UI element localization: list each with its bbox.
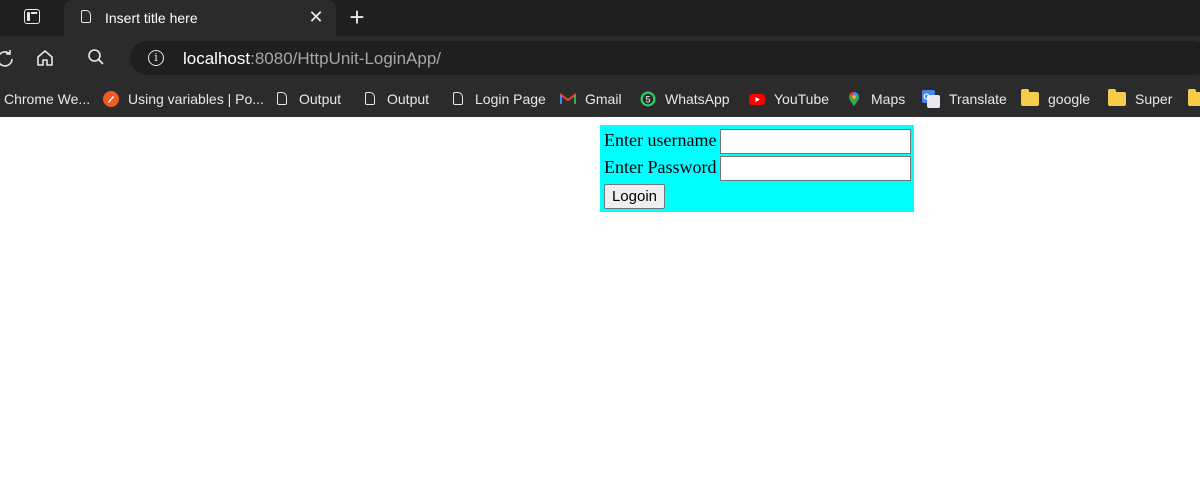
youtube-icon [749,93,765,105]
address-bar[interactable]: i localhost:8080/HttpUnit-LoginApp/ [130,41,1200,75]
close-icon[interactable]: ✕ [307,8,325,26]
bookmark-maps[interactable]: Maps [846,80,905,117]
tab-strip: Insert title here ✕ + [0,0,1200,36]
page-icon [81,10,91,23]
bookmark-label: Login Page [475,90,546,107]
reload-icon[interactable] [0,48,15,68]
bookmark-gmail[interactable]: Gmail [560,80,622,117]
folder-icon [1108,88,1126,106]
home-icon[interactable] [35,48,55,68]
username-label: Enter username [604,130,717,150]
svg-text:G: G [923,92,929,101]
bookmark-label: Output [299,90,342,107]
bookmark-output-2[interactable]: Output [362,80,429,117]
bookmark-label: YouTube [774,90,830,107]
url-path: :8080/HttpUnit-LoginApp/ [250,49,442,68]
bookmark-translate[interactable]: G Translate [922,80,1007,117]
bookmark-label: Chrome We... [4,90,91,107]
bookmark-label: google [1048,90,1091,107]
bookmark-label: Super [1135,90,1173,107]
bookmark-folder-super[interactable]: Super [1108,80,1172,117]
login-form: Enter username Enter Password Logoin [600,125,914,212]
bookmark-output-1[interactable]: Output [274,80,341,117]
bookmark-label: Gmail [585,90,622,107]
tab-title: Insert title here [105,10,198,26]
bookmarks-bar: Chrome We... Using variables | Po... Out… [0,80,1200,117]
tab-active[interactable]: Insert title here ✕ [64,0,336,36]
bookmark-label: Translate [949,90,1007,107]
folder-icon [1021,88,1039,106]
bookmark-label: WhatsApp [665,90,730,107]
username-input[interactable] [720,129,911,154]
page-icon [453,92,463,105]
bookmark-folder-google[interactable]: google [1021,80,1090,117]
bookmark-login-page[interactable]: Login Page [450,80,546,117]
bookmark-chrome-web-store[interactable]: Chrome We... [4,80,90,117]
toolbar: i localhost:8080/HttpUnit-LoginApp/ [0,36,1200,80]
translate-icon: G [922,89,940,108]
login-button[interactable]: Logoin [604,184,665,209]
whatsapp-badge: 5 [645,94,650,104]
bookmark-label: Output [387,90,430,107]
bookmark-youtube[interactable]: YouTube [749,80,829,117]
sidebar-toggle-icon[interactable] [24,9,40,24]
search-icon[interactable] [86,47,106,67]
whatsapp-icon: 5 [640,91,656,106]
bookmark-folder-overflow[interactable] [1188,80,1200,117]
gmail-icon [560,92,576,104]
postman-icon [103,90,119,107]
new-tab-icon[interactable]: + [346,4,368,30]
bookmark-label: Using variables | Po... [128,90,264,107]
bookmark-postman[interactable]: Using variables | Po... [103,80,264,117]
info-icon[interactable]: i [148,50,164,66]
bookmark-whatsapp[interactable]: 5 WhatsApp [640,80,730,117]
folder-icon [1188,88,1200,106]
maps-icon [849,91,859,106]
url-host: localhost [183,49,251,68]
url-text[interactable]: localhost:8080/HttpUnit-LoginApp/ [183,49,441,69]
bookmark-label: Maps [871,90,906,107]
page-icon [365,92,375,105]
password-input[interactable] [720,156,911,181]
password-label: Enter Password [604,157,717,177]
page-icon [277,92,287,105]
